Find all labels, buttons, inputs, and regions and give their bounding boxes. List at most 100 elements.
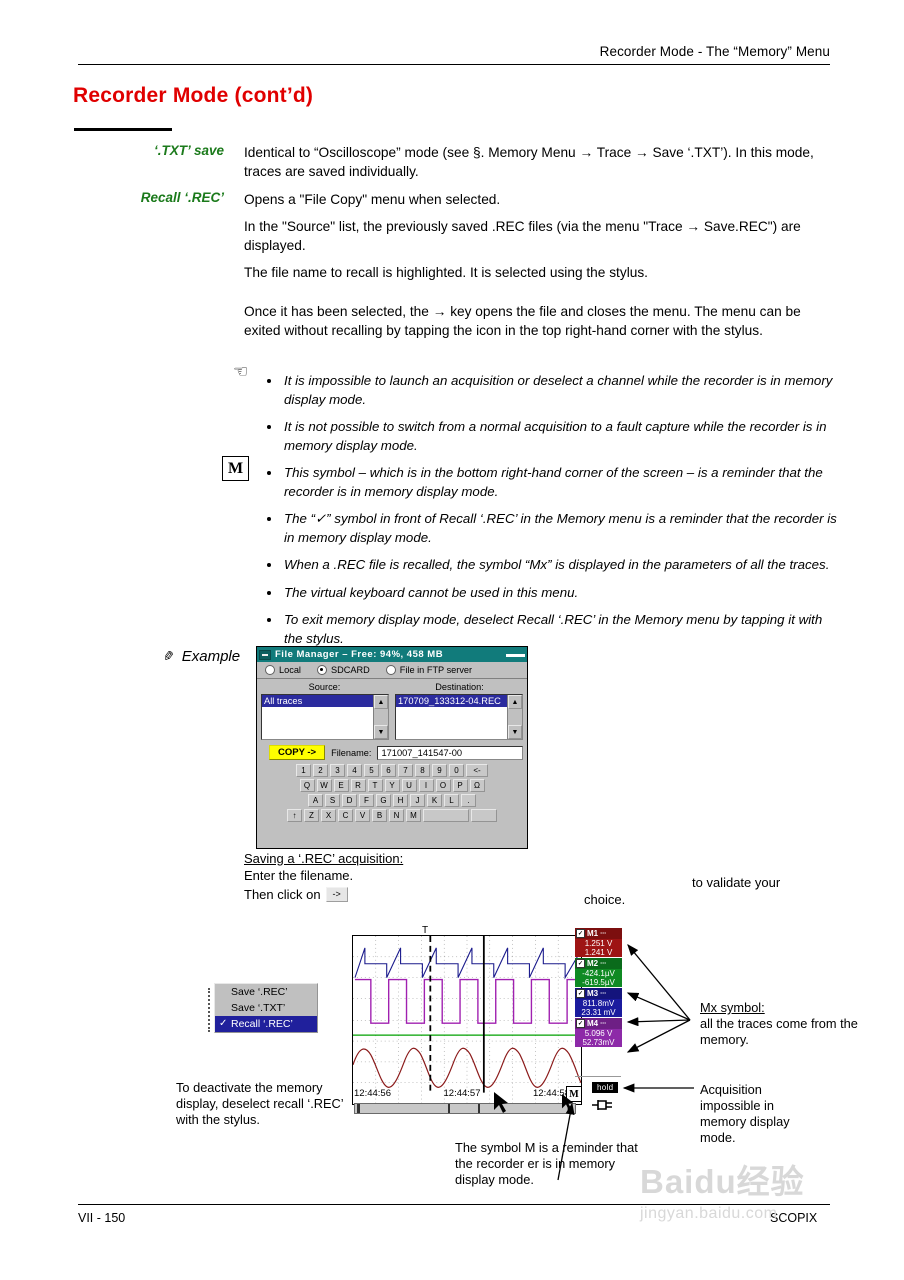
scroll-right-icon[interactable]: ▶ bbox=[568, 1105, 573, 1113]
measurement-header[interactable]: ✓ M2 ⋯ bbox=[575, 958, 622, 969]
key-a[interactable]: A bbox=[308, 794, 323, 807]
key-e[interactable]: E bbox=[333, 779, 349, 792]
key-j[interactable]: J bbox=[410, 794, 425, 807]
click-row: Then click on -> bbox=[244, 886, 403, 903]
note-item: The virtual keyboard cannot be used in t… bbox=[262, 584, 840, 603]
measurement-value: -619.5µV bbox=[575, 978, 622, 987]
key-x[interactable]: X bbox=[321, 809, 336, 822]
radio-ftp[interactable]: File in FTP server bbox=[385, 665, 472, 675]
key-omega[interactable]: Ω bbox=[469, 779, 485, 792]
key-f[interactable]: F bbox=[359, 794, 374, 807]
key-u[interactable]: U bbox=[401, 779, 417, 792]
note-item: To exit memory display mode, deselect Re… bbox=[262, 611, 840, 648]
key-s[interactable]: S bbox=[325, 794, 340, 807]
key-space[interactable] bbox=[423, 809, 469, 822]
arrow-key-icon[interactable]: -> bbox=[325, 887, 348, 902]
key-q[interactable]: Q bbox=[299, 779, 315, 792]
annotation-deactivate: To deactivate the memory display, desele… bbox=[176, 1080, 344, 1127]
key-period[interactable]: . bbox=[461, 794, 476, 807]
key-0[interactable]: 0 bbox=[449, 764, 464, 777]
measurement-value: 23.31 mV bbox=[575, 1008, 622, 1017]
checkbox-icon[interactable]: ✓ bbox=[576, 1019, 585, 1028]
timestamp: 12:44:57 bbox=[443, 1088, 481, 1099]
menu-item-save-rec[interactable]: Save ‘.REC’ bbox=[215, 984, 317, 1000]
definition-row-txt-save: ‘.TXT’ save Identical to “Oscilloscope” … bbox=[74, 143, 824, 181]
key-i[interactable]: I bbox=[418, 779, 434, 792]
key-w[interactable]: W bbox=[316, 779, 332, 792]
key-extra[interactable] bbox=[471, 809, 497, 822]
key-p[interactable]: P bbox=[452, 779, 468, 792]
save-caption: Saving a ‘.REC’ acquisition: Enter the f… bbox=[244, 850, 403, 903]
close-icon[interactable]: ▬▬ bbox=[506, 649, 525, 660]
key-t[interactable]: T bbox=[367, 779, 383, 792]
key-b[interactable]: B bbox=[372, 809, 387, 822]
key-d[interactable]: D bbox=[342, 794, 357, 807]
minimize-icon[interactable] bbox=[259, 649, 271, 660]
scroll-up-icon[interactable]: ▲ bbox=[508, 695, 522, 709]
list-item[interactable]: 170709_133312-04.REC bbox=[396, 695, 507, 707]
copy-button[interactable]: COPY -> bbox=[269, 745, 326, 760]
keyboard-row-1: 1 2 3 4 5 6 7 8 9 0 <- bbox=[257, 764, 527, 777]
key-l[interactable]: L bbox=[444, 794, 459, 807]
save-caption-line-3: Then click on bbox=[244, 887, 321, 902]
key-3[interactable]: 3 bbox=[330, 764, 345, 777]
key-m[interactable]: M bbox=[406, 809, 421, 822]
key-y[interactable]: Y bbox=[384, 779, 400, 792]
key-shift-lock-icon[interactable]: ↑ bbox=[287, 809, 302, 822]
memory-mx-icon: ⋯ bbox=[600, 931, 607, 937]
source-scrollbar[interactable]: ▲ ▼ bbox=[373, 695, 388, 739]
key-5[interactable]: 5 bbox=[364, 764, 379, 777]
key-2[interactable]: 2 bbox=[313, 764, 328, 777]
key-backspace[interactable]: <- bbox=[466, 764, 488, 777]
key-1[interactable]: 1 bbox=[296, 764, 311, 777]
scope-timeline-scrollbar[interactable]: ▶ bbox=[354, 1103, 576, 1114]
checkbox-icon[interactable]: ✓ bbox=[576, 959, 585, 968]
running-head: Recorder Mode - The “Memory” Menu bbox=[599, 44, 830, 59]
menu-item-recall-rec[interactable]: Recall ‘.REC’ bbox=[215, 1016, 317, 1032]
definition-paragraph: Identical to “Oscilloscope” mode (see §.… bbox=[244, 145, 814, 179]
save-caption-line-1: Saving a ‘.REC’ acquisition: bbox=[244, 851, 404, 866]
radio-sdcard[interactable]: SDCARD bbox=[316, 665, 370, 675]
key-o[interactable]: O bbox=[435, 779, 451, 792]
key-h[interactable]: H bbox=[393, 794, 408, 807]
menu-edge-marker bbox=[208, 988, 213, 1032]
list-item[interactable]: All traces bbox=[262, 695, 373, 707]
annotation-mx-symbol: Mx symbol: all the traces come from the … bbox=[700, 1000, 870, 1048]
scroll-down-icon[interactable]: ▼ bbox=[374, 725, 388, 739]
key-7[interactable]: 7 bbox=[398, 764, 413, 777]
scroll-up-icon[interactable]: ▲ bbox=[374, 695, 388, 709]
key-v[interactable]: V bbox=[355, 809, 370, 822]
measurement-panel: ✓ M1 ⋯ 1.251 V 1.241 V ✓ M2 ⋯ -424.1µV -… bbox=[575, 928, 622, 1048]
destination-scrollbar[interactable]: ▲ ▼ bbox=[507, 695, 522, 739]
measurement-header[interactable]: ✓ M1 ⋯ bbox=[575, 928, 622, 939]
radio-dot-icon bbox=[265, 665, 275, 675]
key-z[interactable]: Z bbox=[304, 809, 319, 822]
key-c[interactable]: C bbox=[338, 809, 353, 822]
key-6[interactable]: 6 bbox=[381, 764, 396, 777]
key-8[interactable]: 8 bbox=[415, 764, 430, 777]
destination-list[interactable]: 170709_133312-04.REC ▲ ▼ bbox=[395, 694, 523, 740]
oscilloscope-display[interactable] bbox=[352, 935, 582, 1105]
key-k[interactable]: K bbox=[427, 794, 442, 807]
key-4[interactable]: 4 bbox=[347, 764, 362, 777]
checkbox-icon[interactable]: ✓ bbox=[576, 989, 585, 998]
measurement-header[interactable]: ✓ M4 ⋯ bbox=[575, 1018, 622, 1029]
filename-input[interactable]: 171007_141547-00 bbox=[377, 745, 523, 760]
key-r[interactable]: R bbox=[350, 779, 366, 792]
title-underline bbox=[74, 128, 172, 131]
annotation-m-symbol: The symbol M is a reminder that the reco… bbox=[455, 1140, 638, 1187]
file-manager-title: File Manager – Free: 94%, 458 MB bbox=[275, 649, 444, 660]
measurement-name: M4 bbox=[587, 1019, 599, 1028]
menu-item-save-txt[interactable]: Save ‘.TXT’ bbox=[215, 1000, 317, 1016]
definition-term: Recall ‘.REC’ bbox=[140, 190, 224, 205]
copy-row: COPY -> Filename: 171007_141547-00 bbox=[257, 740, 527, 762]
radio-local[interactable]: Local bbox=[265, 665, 301, 675]
key-9[interactable]: 9 bbox=[432, 764, 447, 777]
scroll-down-icon[interactable]: ▼ bbox=[508, 725, 522, 739]
source-list[interactable]: All traces ▲ ▼ bbox=[261, 694, 389, 740]
keyboard-row-3: A S D F G H J K L . bbox=[257, 794, 527, 807]
key-g[interactable]: G bbox=[376, 794, 391, 807]
key-n[interactable]: N bbox=[389, 809, 404, 822]
checkbox-icon[interactable]: ✓ bbox=[576, 929, 585, 938]
measurement-header[interactable]: ✓ M3 ⋯ bbox=[575, 988, 622, 999]
